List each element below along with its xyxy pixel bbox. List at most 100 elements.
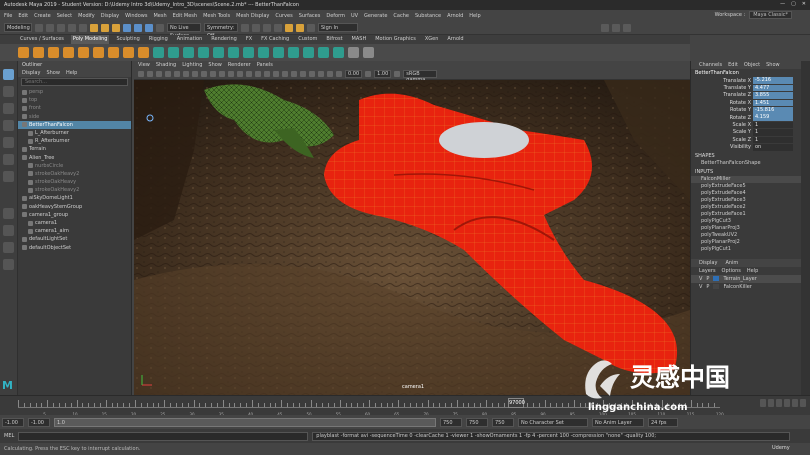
select-tool-icon[interactable] [3,69,14,80]
outliner-item[interactable]: BetterThanFalcon [18,120,131,129]
last-tool-icon[interactable] [3,171,14,182]
channel-value[interactable]: 1.451 [753,99,793,107]
multi-cut-icon[interactable] [318,47,329,58]
color-management-icon[interactable] [394,71,401,77]
wireframe-on-shaded-icon[interactable] [255,71,261,77]
layer-visibility-toggle[interactable]: V [699,275,702,283]
shape-name[interactable]: BetterThanFalconShape [691,160,801,167]
scale-tool-icon[interactable] [3,154,14,165]
merge-icon[interactable] [273,47,284,58]
snap-point-icon[interactable] [145,23,153,32]
layer-row[interactable]: V P Terrain_Layer [691,274,801,283]
antialias-icon[interactable] [309,71,315,77]
input-node[interactable]: polyPlgCut1 [691,246,801,253]
channel-value[interactable]: on [753,143,793,151]
menu-set-select[interactable]: Modeling [4,23,32,32]
new-scene-icon[interactable] [35,23,43,32]
outliner-menu-display[interactable]: Display [22,69,40,77]
outliner-item[interactable]: aiSkyDomeLight1 [18,194,131,202]
channel-menu-edit[interactable]: Edit [728,61,738,69]
light-icon[interactable] [296,23,304,32]
camera-lock-icon[interactable] [147,71,153,77]
viewport-menu-show[interactable]: Show [208,61,222,69]
viewport-menu-view[interactable]: View [138,61,150,69]
fill-hole-icon[interactable] [288,47,299,58]
bookmark-icon[interactable] [156,71,162,77]
poly-plane-icon[interactable] [93,47,104,58]
outliner-item[interactable]: top [18,96,131,104]
shelf-tab-poly-modeling[interactable]: Poly Modeling [70,35,110,44]
separate-icon[interactable] [168,47,179,58]
image-plane-icon[interactable] [165,71,171,77]
shelf-tab-curves-surfaces[interactable]: Curves / Surfaces [18,35,66,44]
snap-view-icon[interactable] [156,23,164,32]
colorspace-select[interactable]: sRGB gamma [403,70,438,83]
uv-editor-icon[interactable] [307,23,315,32]
channel-row[interactable]: Translate Y 4.477 [691,84,801,92]
bridge-icon[interactable] [243,47,254,58]
layer-menu-help[interactable]: Help [747,267,758,275]
shelf-tab-fx[interactable]: FX [244,35,254,44]
move-tool-icon[interactable] [3,120,14,131]
motion-blur-icon[interactable] [300,71,306,77]
layer-color-swatch[interactable] [713,284,720,290]
poly-disc-icon[interactable] [108,47,119,58]
target-weld-icon[interactable] [303,47,314,58]
camera-select-icon[interactable] [138,71,144,77]
input-node[interactable]: polyExtrudeFace2 [691,204,801,211]
layer-visibility-toggle[interactable]: V [699,283,702,291]
menu-mesh[interactable]: Mesh [153,13,166,19]
sign-in-button[interactable]: Sign In [318,23,358,32]
channel-row[interactable]: Rotate Y -15.816 [691,106,801,114]
gate-mask-icon[interactable] [201,71,207,77]
channel-value[interactable]: 1 [753,129,793,136]
bevel-icon[interactable] [258,47,269,58]
outliner-item[interactable]: strokeOakHeavy [18,178,131,186]
extrude-icon[interactable] [228,47,239,58]
paint-select-icon[interactable] [3,103,14,114]
layer-row[interactable]: V P FalconKiller [691,283,801,291]
outliner-item[interactable]: persp [18,88,131,96]
scene-render[interactable]: camera1 [134,80,690,395]
platonic-solid-icon[interactable] [123,47,134,58]
channel-value[interactable]: 4.159 [753,114,793,121]
isolate-select-icon[interactable] [318,71,324,77]
smooth-icon[interactable] [183,47,194,58]
channel-box-icon[interactable] [623,23,631,32]
layer-menu-layers[interactable]: Layers [699,267,716,275]
shelf-tab-custom[interactable]: Custom [296,35,319,44]
step-forward-icon[interactable] [792,399,798,407]
undo-icon[interactable] [68,23,76,32]
uv-planar-icon[interactable] [348,47,359,58]
menu-cache[interactable]: Cache [393,13,409,19]
shelf-tab-motion-graphics[interactable]: Motion Graphics [373,35,418,44]
modeling-toolkit-icon[interactable] [601,23,609,32]
poly-cube-icon[interactable] [33,47,44,58]
attribute-editor-icon[interactable] [612,23,620,32]
workspace-select[interactable]: Maya Classic* [749,11,792,19]
combine-icon[interactable] [153,47,164,58]
ambient-occlusion-icon[interactable] [291,71,297,77]
poly-cone-icon[interactable] [63,47,74,58]
shelf-tab-xgen[interactable]: XGen [423,35,441,44]
command-input[interactable] [18,431,309,441]
input-node[interactable]: polyExtrudeFace4 [691,190,801,197]
menu-create[interactable]: Create [34,13,51,19]
outliner-item[interactable]: nurbsCircle [18,162,131,170]
outliner-layout-icon[interactable] [3,242,14,253]
outliner-item[interactable]: front [18,104,131,112]
playback-start-field[interactable]: -1.00 [28,417,50,427]
outliner-search-input[interactable]: Search... [21,78,128,86]
menu-arnold[interactable]: Arnold [447,13,463,19]
outliner-menu-help[interactable]: Help [66,69,77,77]
select-component-icon[interactable] [112,23,120,32]
menu-modify[interactable]: Modify [78,13,95,19]
open-scene-icon[interactable] [46,23,54,32]
arnold-render-icon[interactable] [285,23,293,32]
channel-row[interactable]: Scale Z1 [691,136,801,144]
wireframe-icon[interactable] [237,71,243,77]
channel-value[interactable]: 4.477 [753,84,793,92]
rotate-tool-icon[interactable] [3,137,14,148]
use-lights-icon[interactable] [273,71,279,77]
menu-curves[interactable]: Curves [275,13,292,19]
